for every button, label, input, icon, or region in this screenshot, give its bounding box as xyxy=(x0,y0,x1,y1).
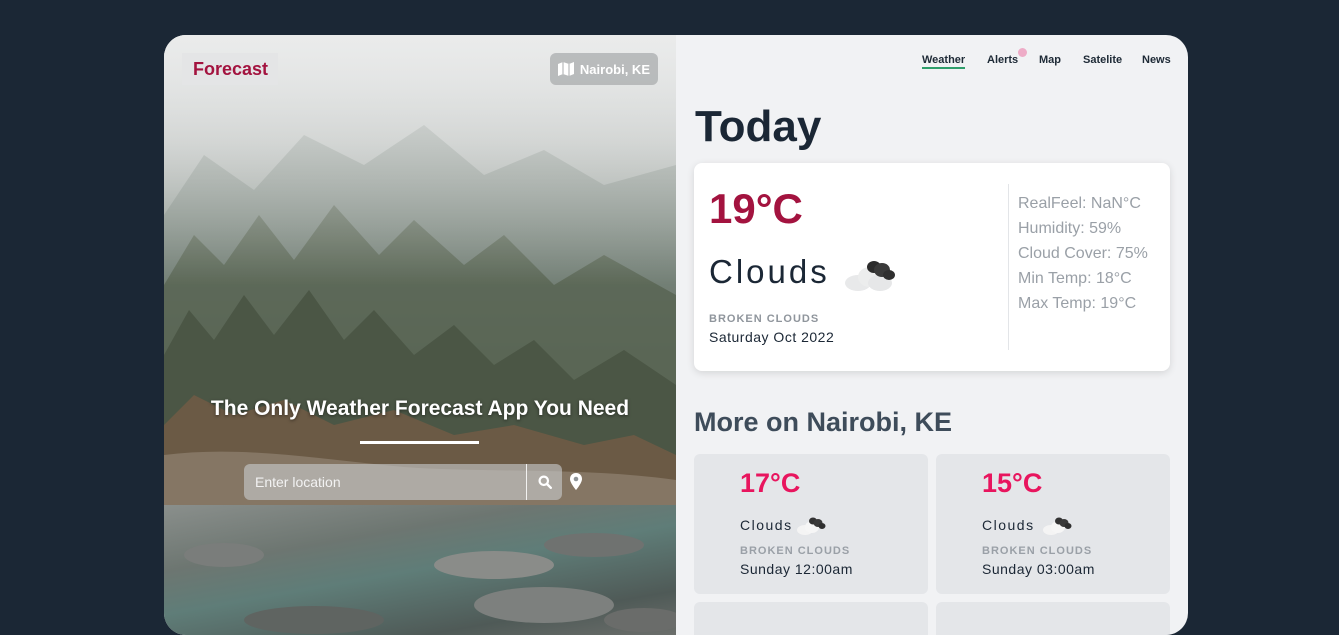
forecast-card[interactable]: 17°C Clouds BROKEN CLOUDS Sunday 12:00am xyxy=(694,454,928,594)
hero-rocks xyxy=(184,533,676,634)
hero-tagline: The Only Weather Forecast App You Need xyxy=(210,397,630,420)
tagline-underline xyxy=(360,441,479,444)
cloud-icon xyxy=(845,261,895,291)
cloud-icon xyxy=(797,517,826,535)
tab-weather[interactable]: Weather xyxy=(922,54,966,69)
location-pin-icon[interactable] xyxy=(569,473,583,491)
location-chip-label: Nairobi, KE xyxy=(579,61,650,77)
realfeel-stat: RealFeel: NaN°C xyxy=(1018,195,1141,212)
forecast-condition: Clouds xyxy=(740,517,793,533)
forecast-temperature: 17°C xyxy=(740,468,801,498)
forecast-card[interactable]: 15°C Clouds BROKEN CLOUDS Sunday 03:00am xyxy=(936,454,1170,594)
tab-map[interactable]: Map xyxy=(1039,54,1061,66)
alerts-notification-dot xyxy=(1018,48,1027,57)
today-condition: Clouds xyxy=(709,253,830,290)
forecast-description: BROKEN CLOUDS xyxy=(982,545,1093,557)
forecast-time: Sunday 03:00am xyxy=(982,561,1095,577)
max-temp-stat: Max Temp: 19°C xyxy=(1018,295,1137,312)
more-heading: More on Nairobi, KE xyxy=(694,407,953,437)
min-temp-stat: Min Temp: 18°C xyxy=(1018,270,1132,287)
forecast-condition: Clouds xyxy=(982,517,1035,533)
search-icon xyxy=(538,475,552,489)
today-heading: Today xyxy=(695,102,822,151)
search-button[interactable] xyxy=(526,464,562,500)
search-bar xyxy=(244,464,562,500)
location-chip[interactable]: Nairobi, KE xyxy=(549,53,658,85)
map-icon xyxy=(557,62,574,76)
cloud-icon xyxy=(1043,517,1072,535)
today-description: BROKEN CLOUDS xyxy=(709,313,820,325)
today-card: 19°C Clouds BROKEN CLOUDS Saturday Oct 2… xyxy=(694,163,1170,371)
forecast-temperature: 15°C xyxy=(982,468,1043,498)
cloud-cover-stat: Cloud Cover: 75% xyxy=(1018,245,1148,262)
today-stats: RealFeel: NaN°C Humidity: 59% Cloud Cove… xyxy=(1018,191,1158,316)
today-divider xyxy=(1008,184,1009,350)
today-date: Saturday Oct 2022 xyxy=(709,329,835,345)
tab-satelite[interactable]: Satelite xyxy=(1083,54,1122,66)
brand-logo[interactable]: Forecast xyxy=(182,53,279,85)
app-window: Forecast Nairobi, KE The Only Weather Fo… xyxy=(164,35,1188,635)
today-temperature: 19°C xyxy=(709,185,803,232)
hero-panel: Forecast Nairobi, KE The Only Weather Fo… xyxy=(164,35,676,635)
tab-news[interactable]: News xyxy=(1142,54,1171,66)
forecast-time: Sunday 12:00am xyxy=(740,561,853,577)
location-search-input[interactable] xyxy=(244,464,526,500)
forecast-description: BROKEN CLOUDS xyxy=(740,545,851,557)
tab-alerts[interactable]: Alerts xyxy=(987,54,1018,66)
humidity-stat: Humidity: 59% xyxy=(1018,220,1122,237)
